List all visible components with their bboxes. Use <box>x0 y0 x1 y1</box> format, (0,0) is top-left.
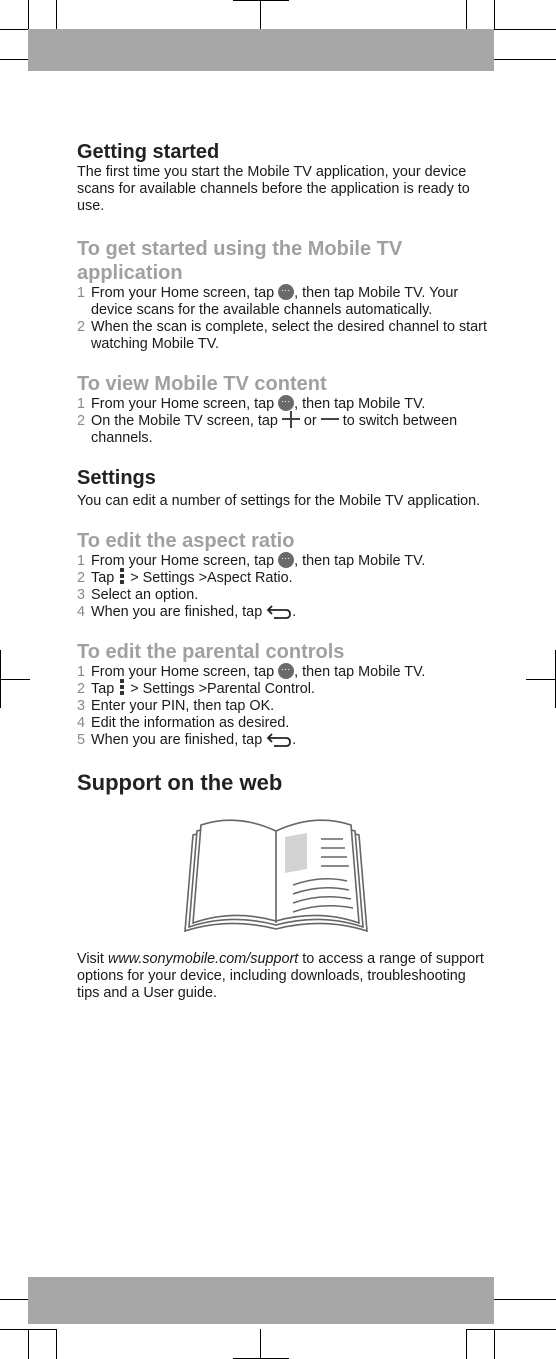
settings-body: You can edit a number of settings for th… <box>77 493 481 509</box>
parental-steps: 1 From your Home screen, tap , then tap … <box>77 662 487 749</box>
footer-bar <box>28 1277 494 1324</box>
apps-icon <box>278 394 295 411</box>
support-link[interactable]: www.sonymobile.com/support <box>108 951 298 967</box>
document-content: Getting started The first time you start… <box>77 140 487 1002</box>
apps-icon <box>278 551 295 568</box>
apps-icon <box>278 283 295 300</box>
view-content-steps: 1 From your Home screen, tap , then tap … <box>77 394 487 447</box>
list-item: 5 When you are finished, tap . <box>77 732 297 748</box>
heading-get-started-task: To get started using the Mobile TV appli… <box>77 238 403 284</box>
list-item: 2 Tap > Settings >Parental Control. <box>77 679 315 697</box>
heading-support: Support on the web <box>77 770 283 795</box>
list-item: 1 From your Home screen, tap , then tap … <box>77 662 487 681</box>
list-item: 1 From your Home screen, tap , then tap … <box>77 551 487 570</box>
list-item: 2 When the scan is complete, select the … <box>77 319 487 352</box>
support-body: Visit www.sonymobile.com/support to acce… <box>77 951 484 1001</box>
get-started-steps: 1 From your Home screen, tap , then tap … <box>77 283 487 353</box>
heading-view-content-task: To view Mobile TV content <box>77 373 327 395</box>
back-icon <box>266 605 292 620</box>
heading-settings: Settings <box>77 467 156 489</box>
list-item: 2 Tap > Settings >Aspect Ratio. <box>77 568 293 586</box>
menu-icon <box>120 679 125 696</box>
back-icon <box>266 733 292 748</box>
aspect-steps: 1 From your Home screen, tap , then tap … <box>77 551 487 621</box>
minus-icon <box>320 418 339 421</box>
heading-getting-started: Getting started <box>77 141 220 163</box>
heading-parental-task: To edit the parental controls <box>77 641 345 663</box>
getting-started-body: The first time you start the Mobile TV a… <box>77 164 470 214</box>
list-item: 3 Select an option. <box>77 587 199 603</box>
list-item: 3 Enter your PIN, then tap OK. <box>77 698 275 714</box>
plus-icon <box>281 411 300 429</box>
list-item: 4 Edit the information as desired. <box>77 715 290 731</box>
list-item: 2 On the Mobile TV screen, tap or to swi… <box>77 411 487 447</box>
open-book-icon <box>184 819 368 933</box>
list-item: 4 When you are finished, tap . <box>77 604 297 620</box>
menu-icon <box>120 568 125 585</box>
list-item: 1 From your Home screen, tap , then tap … <box>77 283 487 319</box>
apps-icon <box>278 662 295 679</box>
heading-aspect-task: To edit the aspect ratio <box>77 530 295 552</box>
header-bar <box>28 29 494 71</box>
